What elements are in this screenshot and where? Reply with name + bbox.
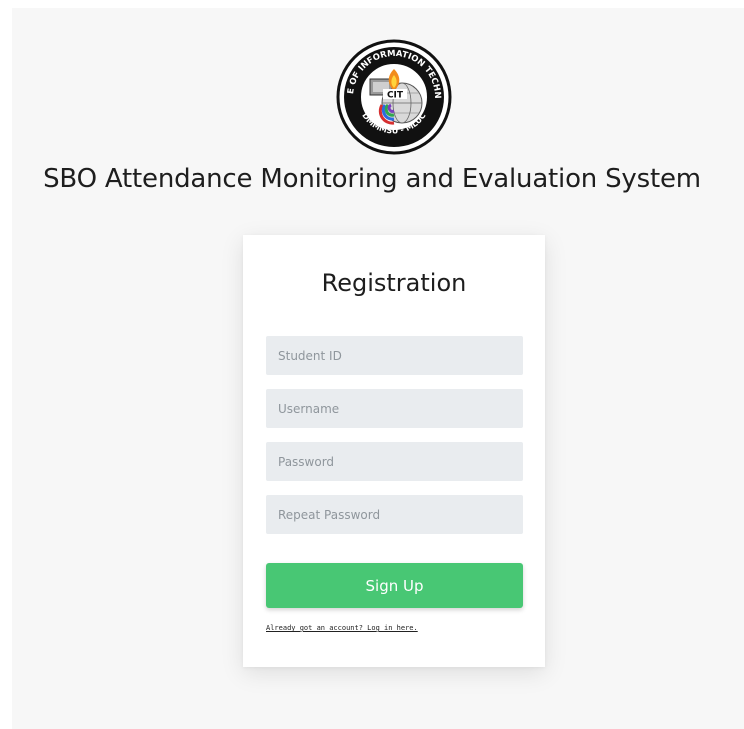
- registration-card: Registration Sign Up Already got an acco…: [243, 235, 545, 667]
- repeat-password-input[interactable]: [266, 495, 523, 534]
- password-input[interactable]: [266, 442, 523, 481]
- login-link[interactable]: Already got an account? Log in here.: [266, 624, 418, 632]
- form-title: Registration: [321, 269, 467, 297]
- logo-center-text: CIT: [387, 91, 404, 101]
- college-logo: COLLEGE OF INFORMATION TECHNOLOGY DMMMSU…: [336, 39, 452, 155]
- site-title: SBO Attendance Monitoring and Evaluation…: [43, 164, 701, 194]
- sign-up-button[interactable]: Sign Up: [266, 563, 523, 608]
- username-input[interactable]: [266, 389, 523, 428]
- student-id-input[interactable]: [266, 336, 523, 375]
